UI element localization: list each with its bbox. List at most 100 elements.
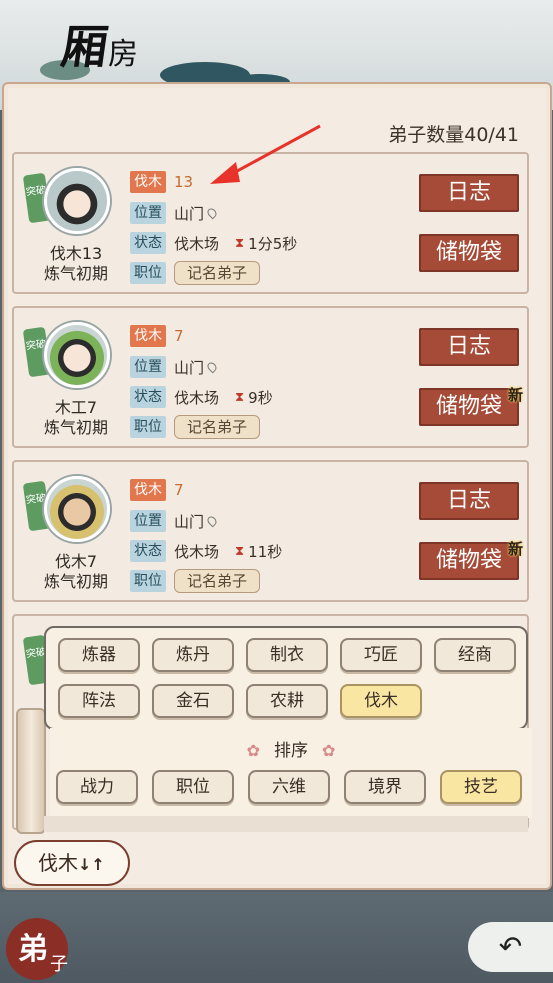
status-tag: 状态 bbox=[130, 540, 166, 562]
filter-chip[interactable]: 制衣 bbox=[246, 638, 328, 672]
filter-chip-selected[interactable]: 伐木 bbox=[340, 684, 422, 718]
back-arrow-icon: ↶ bbox=[498, 930, 523, 963]
back-button[interactable]: ↶ bbox=[468, 922, 553, 972]
disciple-tab-button[interactable]: 弟 子 bbox=[6, 918, 68, 980]
log-button[interactable]: 日志 bbox=[419, 482, 519, 520]
skill-tag: 伐木 bbox=[130, 325, 166, 347]
pointer-arrow-icon bbox=[210, 124, 321, 184]
storage-bag-button[interactable]: 储物袋新 bbox=[419, 386, 523, 426]
sort-option[interactable]: 境界 bbox=[344, 770, 426, 804]
sort-title: ✿ 排序 ✿ bbox=[50, 736, 532, 761]
skill-level: 13 bbox=[174, 173, 194, 191]
flower-icon: ✿ bbox=[246, 741, 260, 760]
storage-bag-button[interactable]: 储物袋新 bbox=[419, 540, 523, 580]
post-value-button[interactable]: 记名弟子 bbox=[174, 261, 261, 285]
location-row: 位置 山门 bbox=[130, 201, 219, 225]
scroll-rod-decoration bbox=[16, 708, 46, 834]
status-time: 11秒 bbox=[248, 542, 283, 561]
post-tag: 职位 bbox=[130, 416, 166, 438]
status-value: 伐木场 bbox=[174, 542, 220, 561]
status-tag: 状态 bbox=[130, 232, 166, 254]
status-time: 9秒 bbox=[248, 388, 273, 407]
disciple-card[interactable]: 突破 木工7 炼气初期 伐木 7 位置 山门 状态 伐木场 ⧗ 9秒 职位 记名… bbox=[12, 306, 529, 448]
skill-row: 伐木 7 bbox=[130, 478, 184, 502]
post-tag: 职位 bbox=[130, 262, 166, 284]
disciple-realm: 炼气初期 bbox=[43, 572, 108, 591]
skill-row: 伐木 13 bbox=[130, 170, 193, 194]
disciple-tab-big: 弟 bbox=[18, 932, 48, 967]
sort-toggle-icon: ↓↑ bbox=[78, 855, 105, 874]
filter-chip[interactable]: 炼器 bbox=[58, 638, 140, 672]
location-tag: 位置 bbox=[130, 356, 166, 378]
location-row: 位置 山门 bbox=[130, 355, 219, 379]
sort-option-selected[interactable]: 技艺 bbox=[440, 770, 522, 804]
skill-level: 7 bbox=[174, 327, 184, 345]
title-small-char: 房 bbox=[108, 37, 138, 72]
avatar[interactable] bbox=[44, 476, 110, 542]
sort-option[interactable]: 战力 bbox=[56, 770, 138, 804]
post-tag: 职位 bbox=[130, 570, 166, 592]
filter-chip[interactable]: 巧匠 bbox=[340, 638, 422, 672]
status-row: 状态 伐木场 ⧗ 9秒 bbox=[130, 385, 273, 409]
disciple-count-label: 弟子数量 bbox=[388, 124, 465, 146]
sort-option[interactable]: 六维 bbox=[248, 770, 330, 804]
skill-level: 7 bbox=[174, 481, 184, 499]
skill-tag: 伐木 bbox=[130, 479, 166, 501]
avatar[interactable] bbox=[44, 168, 110, 234]
flower-icon: ✿ bbox=[322, 741, 336, 760]
disciple-card[interactable]: 突破 伐木7 炼气初期 伐木 7 位置 山门 状态 伐木场 ⧗ 11秒 职位 记… bbox=[12, 460, 529, 602]
log-button[interactable]: 日志 bbox=[419, 328, 519, 366]
status-time: 1分5秒 bbox=[248, 234, 298, 253]
status-value: 伐木场 bbox=[174, 388, 220, 407]
location-pin-icon bbox=[205, 514, 219, 528]
hourglass-icon: ⧗ bbox=[235, 235, 245, 251]
storage-bag-label: 储物袋 bbox=[435, 240, 502, 265]
post-value-button[interactable]: 记名弟子 bbox=[174, 415, 261, 439]
location-value: 山门 bbox=[174, 512, 205, 531]
card-underlay bbox=[44, 816, 528, 832]
location-tag: 位置 bbox=[130, 202, 166, 224]
skill-filter-popup: 炼器 炼丹 制衣 巧匠 经商 阵法 金石 农耕 伐木 bbox=[44, 626, 528, 730]
hourglass-icon: ⧗ bbox=[235, 543, 245, 559]
new-badge: 新 bbox=[507, 540, 523, 558]
sort-panel: ✿ 排序 ✿ 战力 职位 六维 境界 技艺 bbox=[50, 728, 532, 818]
post-row: 职位 记名弟子 bbox=[130, 569, 261, 593]
skill-row: 伐木 7 bbox=[130, 324, 184, 348]
filter-chip[interactable]: 炼丹 bbox=[152, 638, 234, 672]
filter-chip[interactable]: 金石 bbox=[152, 684, 234, 718]
sort-select-label: 伐木 bbox=[38, 851, 78, 875]
location-tag: 位置 bbox=[130, 510, 166, 532]
location-pin-icon bbox=[205, 206, 219, 220]
storage-bag-label: 储物袋 bbox=[435, 394, 502, 419]
sort-title-label: 排序 bbox=[274, 741, 308, 761]
disciple-count: 弟子数量40/41 bbox=[388, 120, 519, 147]
filter-chip[interactable]: 阵法 bbox=[58, 684, 140, 718]
disciple-tab-small: 子 bbox=[50, 954, 68, 975]
title-big-char: 厢 bbox=[57, 20, 110, 74]
status-row: 状态 伐木场 ⧗ 11秒 bbox=[130, 539, 282, 563]
storage-bag-label: 储物袋 bbox=[435, 548, 502, 573]
log-button[interactable]: 日志 bbox=[419, 174, 519, 212]
location-row: 位置 山门 bbox=[130, 509, 219, 533]
sort-option[interactable]: 职位 bbox=[152, 770, 234, 804]
new-badge: 新 bbox=[507, 386, 523, 404]
post-row: 职位 记名弟子 bbox=[130, 261, 261, 285]
location-value: 山门 bbox=[174, 358, 205, 377]
post-value-button[interactable]: 记名弟子 bbox=[174, 569, 261, 593]
avatar[interactable] bbox=[44, 322, 110, 388]
storage-bag-button[interactable]: 储物袋 bbox=[419, 234, 519, 272]
post-row: 职位 记名弟子 bbox=[130, 415, 261, 439]
status-tag: 状态 bbox=[130, 386, 166, 408]
disciple-realm: 炼气初期 bbox=[43, 264, 108, 283]
skill-tag: 伐木 bbox=[130, 171, 166, 193]
filter-chip[interactable]: 经商 bbox=[434, 638, 516, 672]
status-value: 伐木场 bbox=[174, 234, 220, 253]
disciple-realm: 炼气初期 bbox=[43, 418, 108, 437]
location-pin-icon bbox=[205, 360, 219, 374]
disciple-count-value: 40/41 bbox=[464, 124, 519, 146]
filter-chip[interactable]: 农耕 bbox=[246, 684, 328, 718]
hourglass-icon: ⧗ bbox=[235, 389, 245, 405]
sort-select-button[interactable]: 伐木↓↑ bbox=[14, 840, 130, 886]
location-value: 山门 bbox=[174, 204, 205, 223]
page-title: 厢 房 bbox=[58, 14, 138, 74]
